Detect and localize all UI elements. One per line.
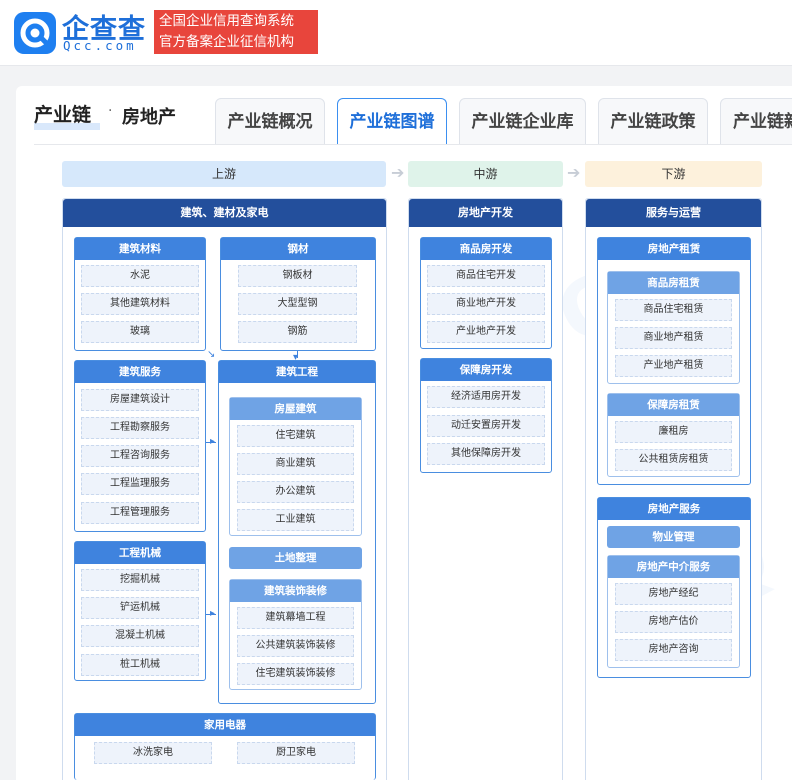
arrow-diagonal-icon: ↘: [207, 349, 216, 360]
node-item[interactable]: 混凝土机械: [81, 625, 199, 647]
stage-arrow-icon: ➔: [391, 163, 405, 182]
stage-midstream: 中游: [408, 161, 563, 187]
node-item[interactable]: 其他保障房开发: [427, 443, 545, 465]
banner-line-2: 官方备案企业征信机构: [159, 34, 294, 50]
node-item[interactable]: 工程监理服务: [81, 473, 199, 495]
tab-divider: [34, 144, 792, 145]
node-item[interactable]: 钢板材: [238, 265, 357, 287]
node-item[interactable]: 桩工机械: [81, 654, 199, 676]
group-title[interactable]: 房地产租赁: [598, 238, 750, 260]
tab-overview[interactable]: 产业链概况: [215, 98, 325, 145]
group-title[interactable]: 建筑材料: [75, 238, 205, 260]
group-title[interactable]: 房地产服务: [598, 498, 750, 520]
stage-upstream: 上游: [62, 161, 386, 187]
node-item[interactable]: 房屋建筑设计: [81, 389, 199, 411]
node-land-consolidation[interactable]: 土地整理: [229, 547, 362, 569]
node-item[interactable]: 建筑幕墙工程: [237, 607, 354, 629]
node-item[interactable]: 办公建筑: [237, 481, 354, 503]
top-bar: 企查查 Qcc.com 全国企业信用查询系统 官方备案企业征信机构: [0, 0, 792, 66]
group-title[interactable]: 家用电器: [75, 714, 375, 736]
node-item[interactable]: 工程咨询服务: [81, 445, 199, 467]
node-item[interactable]: 动迁安置房开发: [427, 415, 545, 437]
arrow-right-icon: ▸: [210, 436, 216, 447]
tab-news[interactable]: 产业链新: [720, 98, 792, 145]
node-item[interactable]: 公共建筑装饰装修: [237, 635, 354, 657]
node-item[interactable]: 挖掘机械: [81, 569, 199, 591]
node-item[interactable]: 厨卫家电: [237, 742, 355, 764]
group-title[interactable]: 商品房开发: [421, 238, 551, 260]
arrow-right-icon: ▸: [210, 608, 216, 619]
node-item[interactable]: 产业地产租赁: [615, 355, 732, 377]
node-item[interactable]: 商品住宅租赁: [615, 299, 732, 321]
node-item[interactable]: 水泥: [81, 265, 199, 287]
node-property-management[interactable]: 物业管理: [607, 526, 740, 548]
group-title[interactable]: 建筑服务: [75, 361, 205, 383]
node-item[interactable]: 冰洗家电: [94, 742, 212, 764]
stage-downstream: 下游: [585, 161, 762, 187]
credential-banner: 全国企业信用查询系统 官方备案企业征信机构: [154, 10, 318, 54]
node-item[interactable]: 工业建筑: [237, 509, 354, 531]
stage-arrow-icon: ➔: [567, 163, 581, 182]
title-separator: ·: [108, 103, 113, 119]
midstream-title[interactable]: 房地产开发: [409, 199, 562, 227]
upstream-title[interactable]: 建筑、建材及家电: [63, 199, 386, 227]
qcc-logo-icon[interactable]: [14, 12, 56, 54]
tab-policy[interactable]: 产业链政策: [598, 98, 708, 145]
subgroup-title[interactable]: 房地产中介服务: [608, 556, 739, 578]
node-item[interactable]: 住宅建筑: [237, 425, 354, 447]
node-item[interactable]: 商业地产开发: [427, 293, 545, 315]
downstream-title[interactable]: 服务与运营: [586, 199, 761, 227]
node-item[interactable]: 商业地产租赁: [615, 327, 732, 349]
banner-line-1: 全国企业信用查询系统: [159, 13, 294, 29]
logo-domain: Qcc.com: [63, 38, 137, 53]
node-item[interactable]: 房地产经纪: [615, 583, 732, 605]
subgroup-title[interactable]: 商品房租赁: [608, 272, 739, 294]
subgroup-title[interactable]: 保障房租赁: [608, 394, 739, 416]
node-item[interactable]: 铲运机械: [81, 597, 199, 619]
tab-chain-map[interactable]: 产业链图谱: [337, 98, 447, 145]
node-item[interactable]: 廉租房: [615, 421, 732, 443]
node-item[interactable]: 工程勘察服务: [81, 417, 199, 439]
subgroup-title[interactable]: 建筑装饰装修: [230, 580, 361, 602]
node-item[interactable]: 商业建筑: [237, 453, 354, 475]
tab-company-library[interactable]: 产业链企业库: [459, 98, 586, 145]
subgroup-title[interactable]: 房屋建筑: [230, 398, 361, 420]
node-item[interactable]: 住宅建筑装饰装修: [237, 663, 354, 685]
node-item[interactable]: 大型型钢: [238, 293, 357, 315]
group-title[interactable]: 工程机械: [75, 542, 205, 564]
node-item[interactable]: 公共租赁房租赁: [615, 449, 732, 471]
group-title[interactable]: 建筑工程: [219, 361, 375, 383]
page-title: 产业链: [34, 104, 92, 126]
node-item[interactable]: 房地产估价: [615, 611, 732, 633]
node-item[interactable]: 产业地产开发: [427, 321, 545, 343]
node-item[interactable]: 房地产咨询: [615, 639, 732, 661]
group-title[interactable]: 钢材: [221, 238, 375, 260]
node-item[interactable]: 商品住宅开发: [427, 265, 545, 287]
group-title[interactable]: 保障房开发: [421, 359, 551, 381]
node-item[interactable]: 工程管理服务: [81, 502, 199, 524]
node-item[interactable]: 钢筋: [238, 321, 357, 343]
industry-name: 房地产: [122, 107, 176, 128]
node-item[interactable]: 经济适用房开发: [427, 386, 545, 408]
node-item[interactable]: 其他建筑材料: [81, 293, 199, 315]
node-item[interactable]: 玻璃: [81, 321, 199, 343]
